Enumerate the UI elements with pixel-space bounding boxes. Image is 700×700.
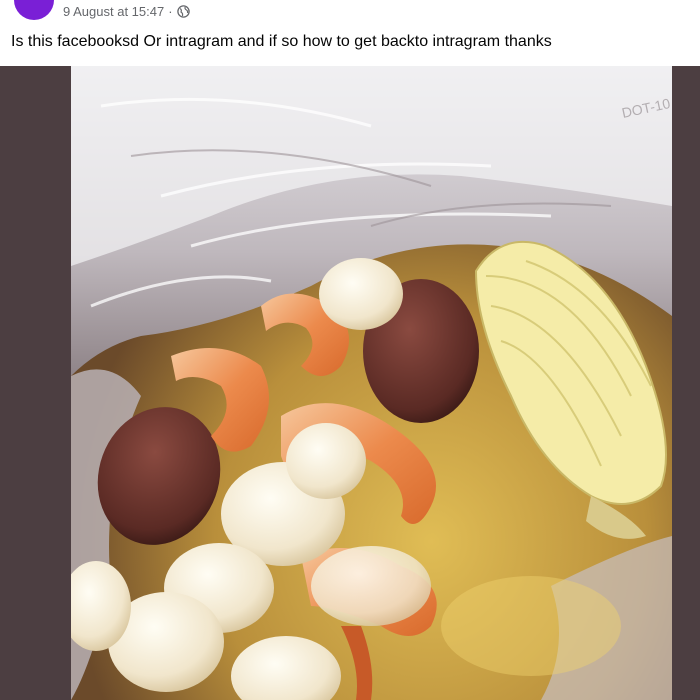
post-timestamp[interactable]: 9 August at 15:47 <box>63 4 164 19</box>
seafood-boil-photo: DOT-10 <box>71 66 672 700</box>
photo-frame: DOT-10 <box>0 66 700 700</box>
post-header: 9 August at 15:47 · Is this facebooksd O… <box>0 0 700 66</box>
post-photo[interactable]: DOT-10 <box>71 66 672 700</box>
post-text: Is this facebooksd Or intragram and if s… <box>11 33 552 50</box>
scallop <box>286 423 366 499</box>
scallop <box>311 546 431 626</box>
globe-icon[interactable] <box>176 5 190 18</box>
avatar[interactable] <box>14 0 54 20</box>
post-meta: 9 August at 15:47 · <box>63 4 190 19</box>
scallop <box>319 258 403 330</box>
meta-separator: · <box>168 4 173 19</box>
